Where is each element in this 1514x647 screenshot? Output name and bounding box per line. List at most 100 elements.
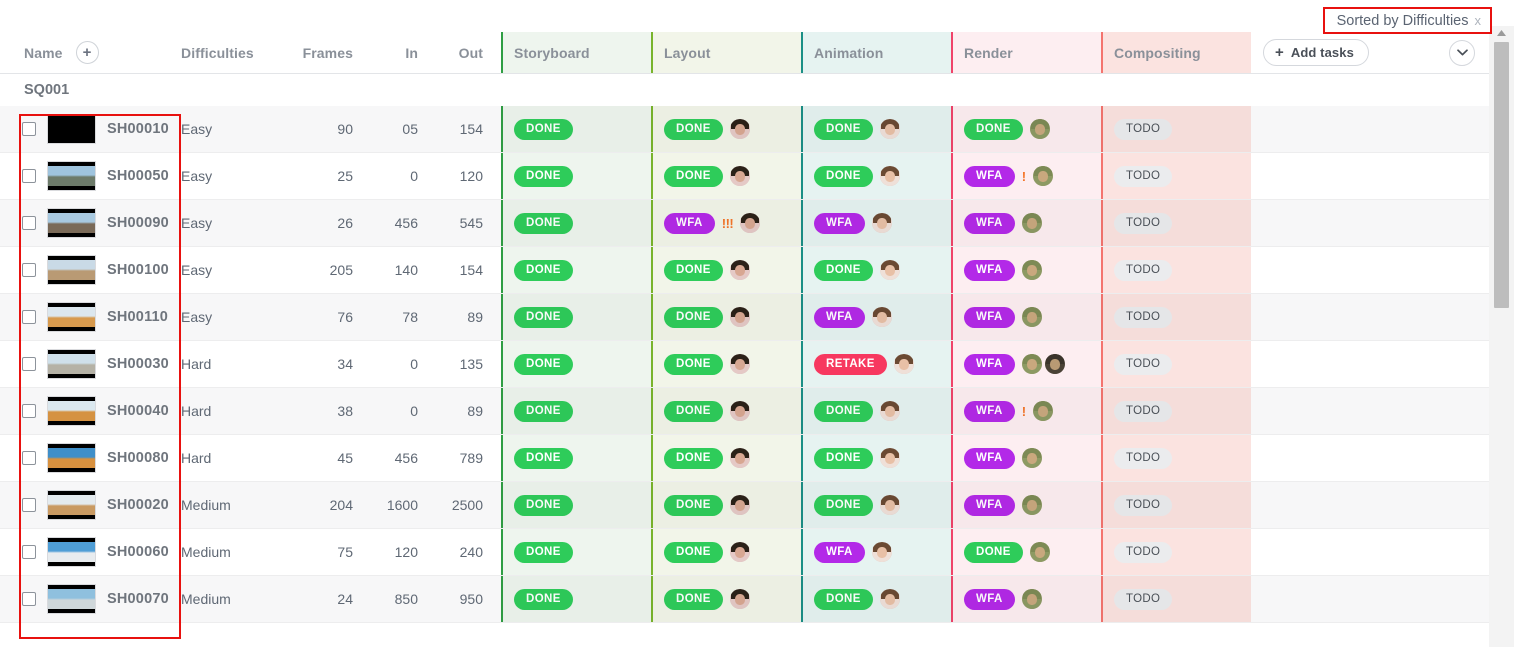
cell-task-render[interactable]: DONE bbox=[951, 529, 1101, 575]
status-pill[interactable]: TODO bbox=[1114, 118, 1173, 140]
cell-task-storyboard[interactable]: DONE bbox=[501, 200, 651, 246]
status-pill[interactable]: WFA bbox=[964, 588, 1015, 610]
avatar[interactable] bbox=[879, 589, 900, 609]
cell-task-animation[interactable]: DONE bbox=[801, 247, 951, 293]
status-pill[interactable]: TODO bbox=[1114, 259, 1173, 281]
cell-task-render[interactable]: WFA bbox=[951, 294, 1101, 340]
cell-task-animation[interactable]: WFA bbox=[801, 200, 951, 246]
cell-task-layout[interactable]: DONE bbox=[651, 153, 801, 199]
table-row[interactable]: SH00030 Hard 34 0 135 DONE DONE RETAKE WFA TODO bbox=[0, 341, 1489, 388]
status-pill[interactable]: RETAKE bbox=[814, 353, 887, 375]
cell-task-layout[interactable]: DONE bbox=[651, 247, 801, 293]
status-pill[interactable]: DONE bbox=[514, 541, 573, 563]
cell-task-animation[interactable]: DONE bbox=[801, 482, 951, 528]
column-header-frames[interactable]: Frames bbox=[286, 32, 371, 73]
status-pill[interactable]: WFA bbox=[964, 447, 1015, 469]
cell-name[interactable]: SH00090 bbox=[0, 200, 181, 246]
status-pill[interactable]: WFA bbox=[664, 212, 715, 234]
status-pill[interactable]: DONE bbox=[664, 400, 723, 422]
cell-name[interactable]: SH00020 bbox=[0, 482, 181, 528]
cell-task-render[interactable]: WFA bbox=[951, 247, 1101, 293]
cell-task-animation[interactable]: WFA bbox=[801, 529, 951, 575]
cell-task-layout[interactable]: DONE bbox=[651, 576, 801, 622]
cell-task-layout[interactable]: DONE bbox=[651, 388, 801, 434]
row-checkbox[interactable] bbox=[22, 122, 36, 136]
cell-task-animation[interactable]: RETAKE bbox=[801, 341, 951, 387]
avatar[interactable] bbox=[1021, 495, 1042, 515]
cell-task-layout[interactable]: WFA!!! bbox=[651, 200, 801, 246]
status-pill[interactable]: TODO bbox=[1114, 165, 1173, 187]
row-checkbox[interactable] bbox=[22, 263, 36, 277]
avatar[interactable] bbox=[879, 119, 900, 139]
status-pill[interactable]: DONE bbox=[514, 259, 573, 281]
table-row[interactable]: SH00050 Easy 25 0 120 DONE DONE DONE WFA! TODO bbox=[0, 153, 1489, 200]
cell-task-compositing[interactable]: TODO bbox=[1101, 294, 1251, 340]
cell-name[interactable]: SH00070 bbox=[0, 576, 181, 622]
status-pill[interactable]: DONE bbox=[964, 541, 1023, 563]
avatar[interactable] bbox=[879, 448, 900, 468]
status-pill[interactable]: DONE bbox=[964, 118, 1023, 140]
avatar[interactable] bbox=[871, 307, 892, 327]
scroll-up-icon[interactable] bbox=[1489, 26, 1514, 40]
cell-name[interactable]: SH00040 bbox=[0, 388, 181, 434]
cell-task-compositing[interactable]: TODO bbox=[1101, 341, 1251, 387]
status-pill[interactable]: DONE bbox=[664, 588, 723, 610]
status-pill[interactable]: TODO bbox=[1114, 212, 1173, 234]
avatar[interactable] bbox=[893, 354, 914, 374]
status-pill[interactable]: WFA bbox=[964, 306, 1015, 328]
avatar[interactable] bbox=[1021, 260, 1042, 280]
cell-task-compositing[interactable]: TODO bbox=[1101, 200, 1251, 246]
status-pill[interactable]: TODO bbox=[1114, 541, 1173, 563]
avatar[interactable] bbox=[879, 495, 900, 515]
cell-task-storyboard[interactable]: DONE bbox=[501, 576, 651, 622]
cell-task-render[interactable]: DONE bbox=[951, 106, 1101, 152]
avatar[interactable] bbox=[729, 589, 750, 609]
avatar[interactable] bbox=[729, 448, 750, 468]
status-pill[interactable]: DONE bbox=[514, 212, 573, 234]
status-pill[interactable]: WFA bbox=[964, 165, 1015, 187]
cell-name[interactable]: SH00080 bbox=[0, 435, 181, 481]
cell-task-storyboard[interactable]: DONE bbox=[501, 294, 651, 340]
cell-task-render[interactable]: WFA bbox=[951, 576, 1101, 622]
cell-task-animation[interactable]: DONE bbox=[801, 106, 951, 152]
row-checkbox[interactable] bbox=[22, 451, 36, 465]
row-checkbox[interactable] bbox=[22, 404, 36, 418]
cell-task-storyboard[interactable]: DONE bbox=[501, 341, 651, 387]
cell-task-compositing[interactable]: TODO bbox=[1101, 106, 1251, 152]
status-pill[interactable]: DONE bbox=[664, 118, 723, 140]
cell-task-compositing[interactable]: TODO bbox=[1101, 576, 1251, 622]
group-header-sq001[interactable]: SQ001 bbox=[0, 74, 1489, 106]
table-row[interactable]: SH00010 Easy 90 05 154 DONE DONE DONE DONE TODO bbox=[0, 106, 1489, 153]
cell-task-storyboard[interactable]: DONE bbox=[501, 482, 651, 528]
avatar[interactable] bbox=[729, 166, 750, 186]
avatar[interactable] bbox=[729, 307, 750, 327]
status-pill[interactable]: TODO bbox=[1114, 306, 1173, 328]
cell-task-render[interactable]: WFA! bbox=[951, 153, 1101, 199]
status-pill[interactable]: DONE bbox=[664, 306, 723, 328]
status-pill[interactable]: DONE bbox=[664, 494, 723, 516]
avatar[interactable] bbox=[871, 213, 892, 233]
cell-name[interactable]: SH00110 bbox=[0, 294, 181, 340]
cell-task-compositing[interactable]: TODO bbox=[1101, 153, 1251, 199]
vertical-scrollbar[interactable] bbox=[1489, 26, 1514, 647]
status-pill[interactable]: TODO bbox=[1114, 447, 1173, 469]
table-row[interactable]: SH00020 Medium 204 1600 2500 DONE DONE DONE WFA T… bbox=[0, 482, 1489, 529]
table-row[interactable]: SH00110 Easy 76 78 89 DONE DONE WFA WFA TODO bbox=[0, 294, 1489, 341]
avatar[interactable] bbox=[1021, 307, 1042, 327]
status-pill[interactable]: DONE bbox=[514, 165, 573, 187]
avatar[interactable] bbox=[1032, 401, 1053, 421]
table-row[interactable]: SH00070 Medium 24 850 950 DONE DONE DONE WFA TODO bbox=[0, 576, 1489, 623]
avatar[interactable] bbox=[1021, 354, 1042, 374]
cell-task-compositing[interactable]: TODO bbox=[1101, 482, 1251, 528]
row-checkbox[interactable] bbox=[22, 169, 36, 183]
avatar[interactable] bbox=[729, 119, 750, 139]
status-pill[interactable]: DONE bbox=[514, 400, 573, 422]
status-pill[interactable]: DONE bbox=[514, 494, 573, 516]
row-checkbox[interactable] bbox=[22, 216, 36, 230]
table-row[interactable]: SH00080 Hard 45 456 789 DONE DONE DONE WFA TODO bbox=[0, 435, 1489, 482]
cell-task-render[interactable]: WFA bbox=[951, 482, 1101, 528]
status-pill[interactable]: WFA bbox=[964, 494, 1015, 516]
table-row[interactable]: SH00060 Medium 75 120 240 DONE DONE WFA DONE TODO bbox=[0, 529, 1489, 576]
avatar[interactable] bbox=[1021, 213, 1042, 233]
avatar[interactable] bbox=[1029, 119, 1050, 139]
